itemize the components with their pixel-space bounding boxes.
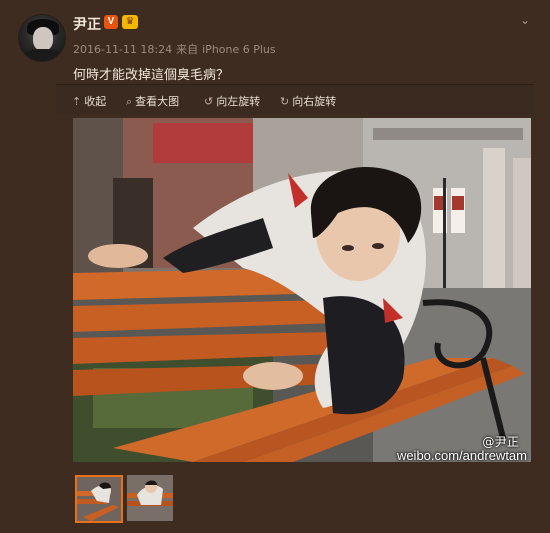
weibo-post-card: 尹正 V ♛ ⌄ 2016-11-11 18:24 来自 iPhone 6 Plus…: [0, 0, 550, 533]
rotate-left-label: 向左旋转: [216, 95, 261, 108]
thumbnail-1[interactable]: [75, 475, 123, 523]
rotate-right-icon: ↻: [280, 95, 290, 108]
watermark-url: weibo.com/andrewtam: [396, 448, 527, 462]
rotate-left-button[interactable]: ↺ 向左旋转: [204, 93, 260, 109]
search-icon: ⌕: [126, 95, 133, 108]
verified-badge-icon[interactable]: V: [104, 15, 118, 29]
collapse-button[interactable]: ⇡ 收起: [72, 93, 106, 109]
photo-scene: [73, 118, 531, 462]
post-text: 何時才能改掉這個臭毛病？: [73, 68, 230, 83]
image-action-bar: ⇡ 收起 ⌕ 查看大图 ↺ 向左旋转 ↻ 向右旋转: [56, 84, 534, 115]
rotate-left-icon: ↺: [204, 95, 214, 108]
vip-badge-icon[interactable]: ♛: [122, 15, 138, 29]
post-source-prefix: 来自: [176, 43, 199, 56]
post-photo[interactable]: @尹正 weibo.com/andrewtam: [73, 118, 531, 462]
view-large-button[interactable]: ⌕ 查看大图: [126, 93, 179, 109]
post-source-device[interactable]: iPhone 6 Plus: [202, 43, 276, 56]
author-name[interactable]: 尹正: [73, 14, 101, 34]
post-meta: 2016-11-11 18:24 来自 iPhone 6 Plus: [73, 41, 280, 57]
post-timestamp[interactable]: 2016-11-11 18:24: [73, 43, 172, 56]
chevron-down-icon[interactable]: ⌄: [518, 13, 532, 27]
author-avatar[interactable]: [18, 14, 66, 62]
thumbnail-2[interactable]: [127, 475, 173, 521]
rotate-right-label: 向右旋转: [292, 95, 337, 108]
collapse-icon: ⇡: [72, 95, 82, 108]
rotate-right-button[interactable]: ↻ 向右旋转: [280, 93, 336, 109]
view-large-label: 查看大图: [135, 95, 180, 108]
collapse-label: 收起: [84, 95, 107, 108]
